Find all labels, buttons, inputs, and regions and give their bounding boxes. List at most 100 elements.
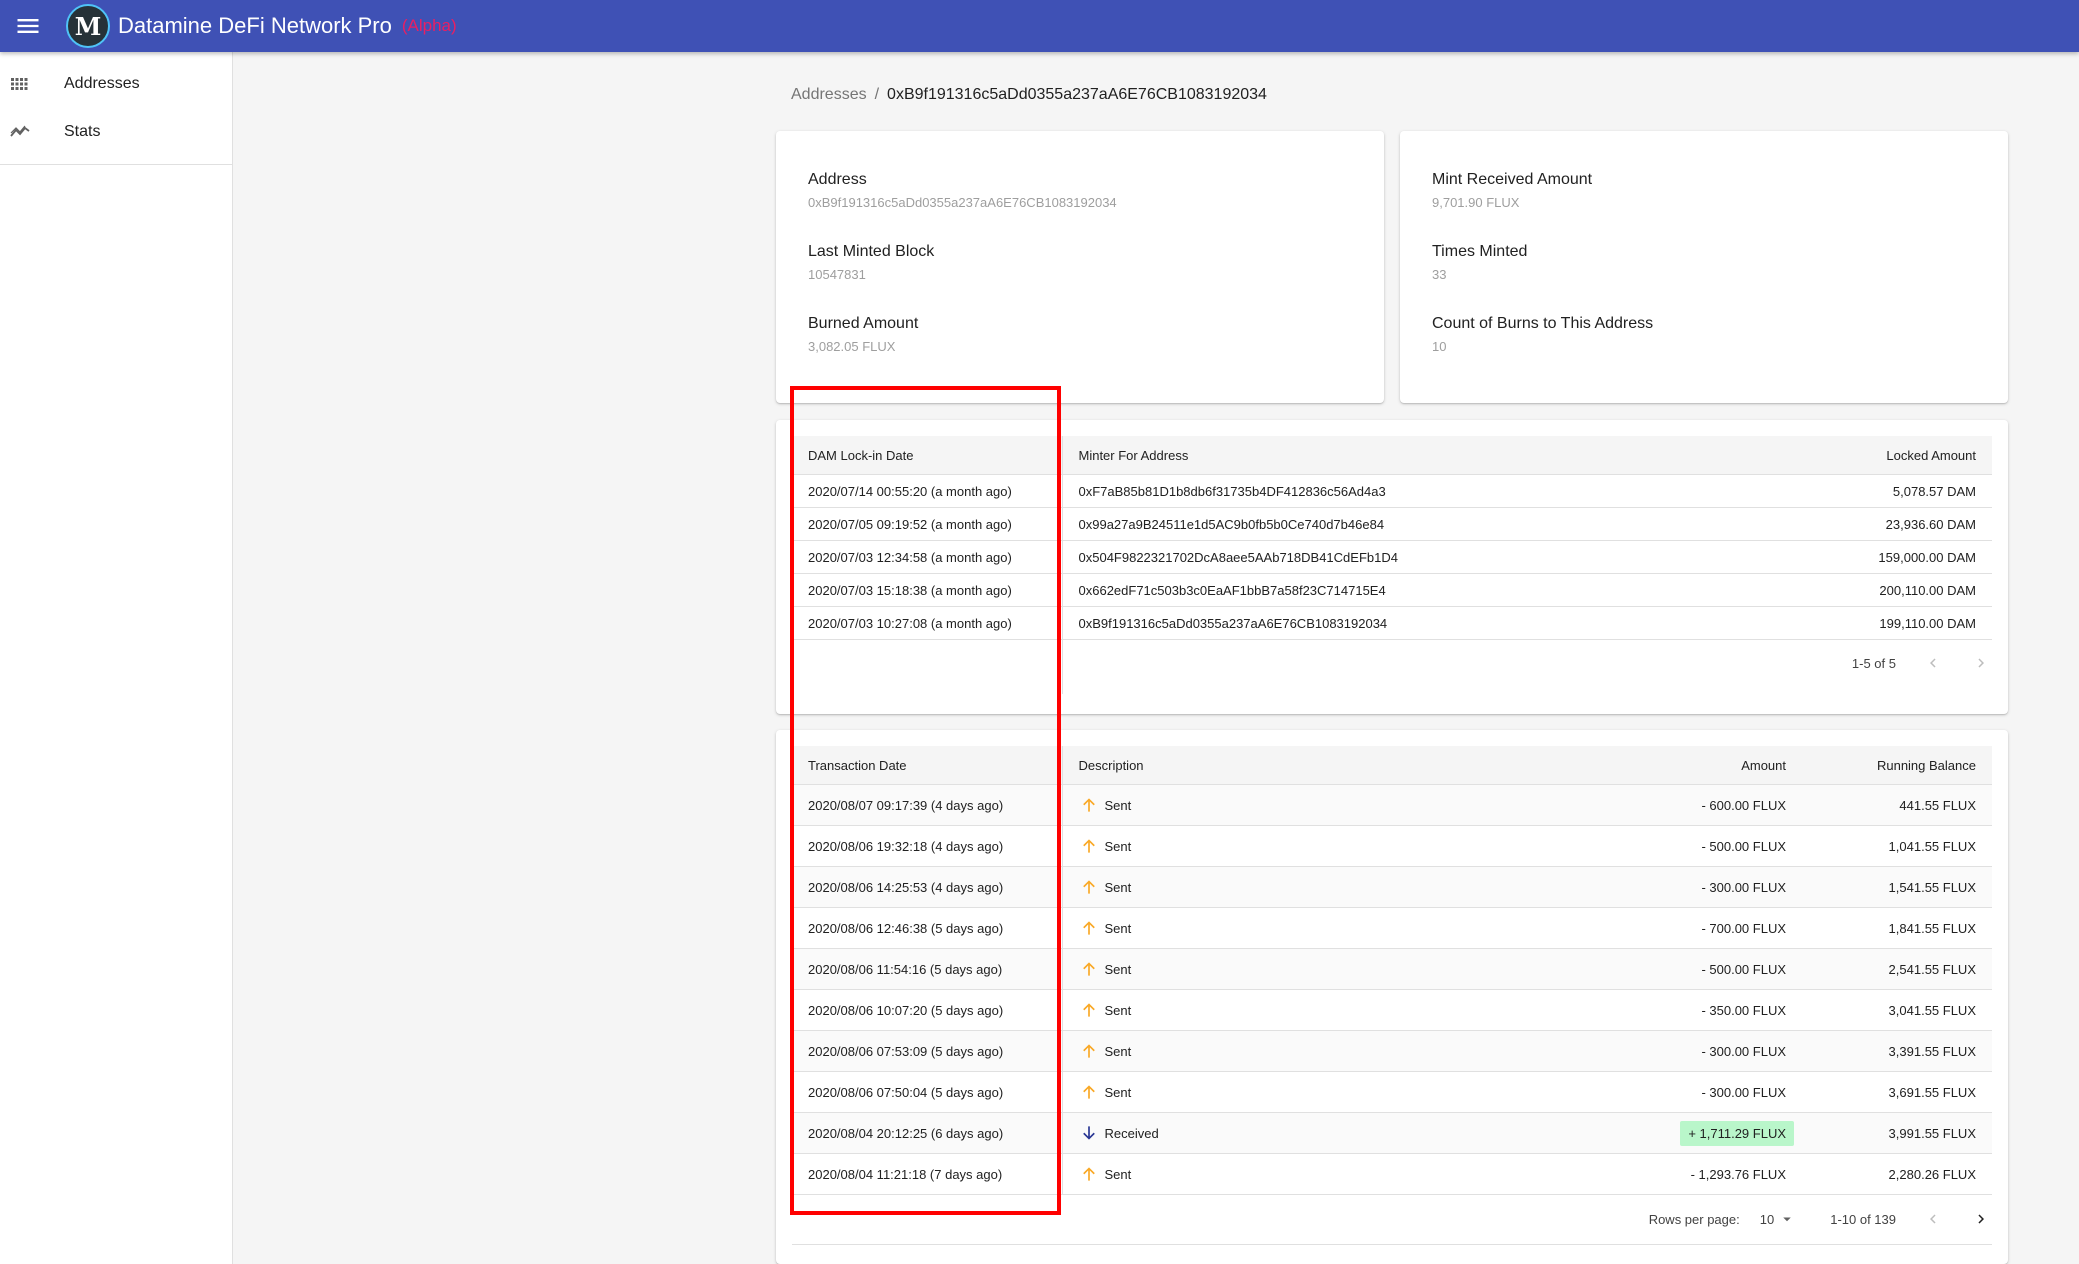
mint-received-field: Mint Received Amount 9,701.90 FLUX bbox=[1432, 171, 1592, 210]
amount-cell: - 700.00 FLUX bbox=[1582, 907, 1802, 949]
balance-cell: 2,541.55 FLUX bbox=[1802, 948, 1992, 990]
balance-cell: 441.55 FLUX bbox=[1802, 784, 1992, 826]
amount-cell: - 500.00 FLUX bbox=[1582, 825, 1802, 867]
arrow-down-icon bbox=[1082, 1126, 1095, 1140]
description-cell: Sent bbox=[1062, 948, 1582, 990]
balance-cell: 3,991.55 FLUX bbox=[1802, 1112, 1992, 1154]
amount-cell: + 1,711.29 FLUX bbox=[1582, 1112, 1802, 1154]
breadcrumb-current: 0xB9f191316c5aDd0355a237aA6E76CB10831920… bbox=[887, 86, 1267, 103]
next-page-icon[interactable] bbox=[1970, 652, 1992, 674]
last-minted-value: 10547831 bbox=[808, 267, 866, 282]
locked-amount-header[interactable]: Locked Amount bbox=[1732, 436, 1992, 475]
arrow-up-icon bbox=[1082, 1085, 1095, 1099]
burned-field: Burned Amount 3,082.05 FLUX bbox=[808, 315, 918, 354]
footer-divider bbox=[792, 1244, 1992, 1245]
next-page-icon[interactable] bbox=[1970, 1208, 1992, 1230]
times-minted-field: Times Minted 33 bbox=[1432, 243, 1527, 282]
description-cell: Sent bbox=[1062, 784, 1582, 826]
mint-received-value: 9,701.90 FLUX bbox=[1432, 195, 1520, 210]
last-minted-label: Last Minted Block bbox=[808, 243, 935, 260]
mint-received-label: Mint Received Amount bbox=[1432, 171, 1593, 188]
minter-cell[interactable]: 0xF7aB85b81D1b8db6f31735b4DF412836c56Ad4… bbox=[1062, 474, 1732, 508]
sidebar-item-label: Stats bbox=[64, 123, 101, 140]
sidebar-item-addresses[interactable]: Addresses bbox=[0, 60, 232, 108]
sidebar-item-stats[interactable]: Stats bbox=[0, 108, 232, 156]
minter-cell[interactable]: 0x504F9822321702DcA8aee5AAb718DB41CdEFb1… bbox=[1062, 540, 1732, 574]
rows-per-page-value: 10 bbox=[1759, 1211, 1775, 1227]
description-text: Sent bbox=[1104, 879, 1132, 895]
locked-amount-cell: 159,000.00 DAM bbox=[1732, 540, 1992, 574]
minter-cell[interactable]: 0x662edF71c503b3c0EaAF1bbB7a58f23C714715… bbox=[1062, 573, 1732, 607]
grid-icon bbox=[11, 78, 28, 90]
balance-cell: 3,041.55 FLUX bbox=[1802, 989, 1992, 1031]
locks-pagination: 1-5 of 5 bbox=[1852, 652, 1992, 674]
burn-count-value: 10 bbox=[1432, 339, 1447, 354]
trending-icon bbox=[10, 125, 30, 137]
minter-header[interactable]: Minter For Address bbox=[1062, 436, 1732, 475]
amount-header[interactable]: Amount bbox=[1582, 746, 1802, 785]
balance-cell: 3,391.55 FLUX bbox=[1802, 1030, 1992, 1072]
locked-amount-cell: 23,936.60 DAM bbox=[1732, 507, 1992, 541]
description-cell: Received bbox=[1062, 1112, 1582, 1154]
description-cell: Sent bbox=[1062, 907, 1582, 949]
app-bar: M Datamine DeFi Network Pro (Alpha) bbox=[0, 0, 2079, 52]
amount-cell: - 1,293.76 FLUX bbox=[1582, 1153, 1802, 1194]
balance-cell: 2,280.26 FLUX bbox=[1802, 1153, 1992, 1194]
description-text: Sent bbox=[1104, 920, 1132, 936]
amount-cell: - 300.00 FLUX bbox=[1582, 1071, 1802, 1113]
description-text: Sent bbox=[1104, 1002, 1132, 1018]
breadcrumb: Addresses / 0xB9f191316c5aDd0355a237aA6E76… bbox=[791, 86, 1267, 104]
arrow-up-icon bbox=[1082, 839, 1095, 853]
locked-amount-cell: 200,110.00 DAM bbox=[1732, 573, 1992, 607]
description-cell: Sent bbox=[1062, 1071, 1582, 1113]
running-balance-header[interactable]: Running Balance bbox=[1802, 746, 1992, 785]
description-header[interactable]: Description bbox=[1062, 746, 1582, 785]
transactions-pagination: Rows per page: 10 1-10 of 139 bbox=[1649, 1208, 1992, 1230]
balance-cell: 1,541.55 FLUX bbox=[1802, 866, 1992, 908]
arrow-up-icon bbox=[1082, 1003, 1095, 1017]
description-text: Sent bbox=[1104, 1084, 1132, 1100]
summary-card-right: Mint Received Amount 9,701.90 FLUX Times… bbox=[1400, 131, 2008, 403]
app-title: Datamine DeFi Network Pro bbox=[118, 13, 392, 38]
transactions-page-range: 1-10 of 139 bbox=[1830, 1211, 1896, 1227]
locked-amount-cell: 199,110.00 DAM bbox=[1732, 606, 1992, 640]
arrow-up-icon bbox=[1082, 798, 1095, 812]
description-text: Sent bbox=[1104, 1166, 1132, 1182]
locked-amount-cell: 5,078.57 DAM bbox=[1732, 474, 1992, 508]
amount-cell: - 500.00 FLUX bbox=[1582, 948, 1802, 990]
burn-count-label: Count of Burns to This Address bbox=[1432, 315, 1654, 332]
minter-cell[interactable]: 0x99a27a9B24511e1d5AC9b0fb5b0Ce740d7b46e… bbox=[1062, 507, 1732, 541]
description-cell: Sent bbox=[1062, 825, 1582, 867]
minter-cell[interactable]: 0xB9f191316c5aDd0355a237aA6E76CB10831920… bbox=[1062, 606, 1732, 640]
summary-card-left: Address 0xB9f191316c5aDd0355a237aA6E76CB… bbox=[776, 131, 1384, 403]
app-logo[interactable]: M bbox=[66, 4, 110, 48]
highlight-box bbox=[790, 386, 1061, 1215]
last-minted-field: Last Minted Block 10547831 bbox=[808, 243, 934, 282]
amount-cell: - 350.00 FLUX bbox=[1582, 989, 1802, 1031]
arrow-up-icon bbox=[1082, 1167, 1095, 1181]
rows-per-page-select[interactable]: 10 bbox=[1760, 1210, 1796, 1228]
balance-cell: 3,691.55 FLUX bbox=[1802, 1071, 1992, 1113]
burned-label: Burned Amount bbox=[808, 315, 919, 332]
balance-cell: 1,841.55 FLUX bbox=[1802, 907, 1992, 949]
rows-per-page-label: Rows per page: bbox=[1648, 1211, 1740, 1227]
arrow-up-icon bbox=[1082, 962, 1095, 976]
amount-cell: - 300.00 FLUX bbox=[1582, 866, 1802, 908]
dropdown-arrow-icon bbox=[1783, 1217, 1791, 1222]
description-cell: Sent bbox=[1062, 1153, 1582, 1194]
address-label: Address bbox=[808, 171, 867, 188]
description-text: Sent bbox=[1104, 1043, 1132, 1059]
address-value: 0xB9f191316c5aDd0355a237aA6E76CB10831920… bbox=[808, 195, 1117, 210]
address-field: Address 0xB9f191316c5aDd0355a237aA6E76CB… bbox=[808, 171, 1117, 210]
amount-cell: - 600.00 FLUX bbox=[1582, 784, 1802, 826]
description-cell: Sent bbox=[1062, 866, 1582, 908]
menu-icon[interactable] bbox=[0, 0, 56, 52]
arrow-up-icon bbox=[1082, 921, 1095, 935]
breadcrumb-separator: / bbox=[874, 86, 880, 103]
prev-page-icon[interactable] bbox=[1922, 1208, 1944, 1230]
description-cell: Sent bbox=[1062, 989, 1582, 1031]
prev-page-icon[interactable] bbox=[1922, 652, 1944, 674]
breadcrumb-parent[interactable]: Addresses bbox=[791, 86, 867, 103]
arrow-up-icon bbox=[1082, 880, 1095, 894]
burn-count-field: Count of Burns to This Address 10 bbox=[1432, 315, 1653, 354]
